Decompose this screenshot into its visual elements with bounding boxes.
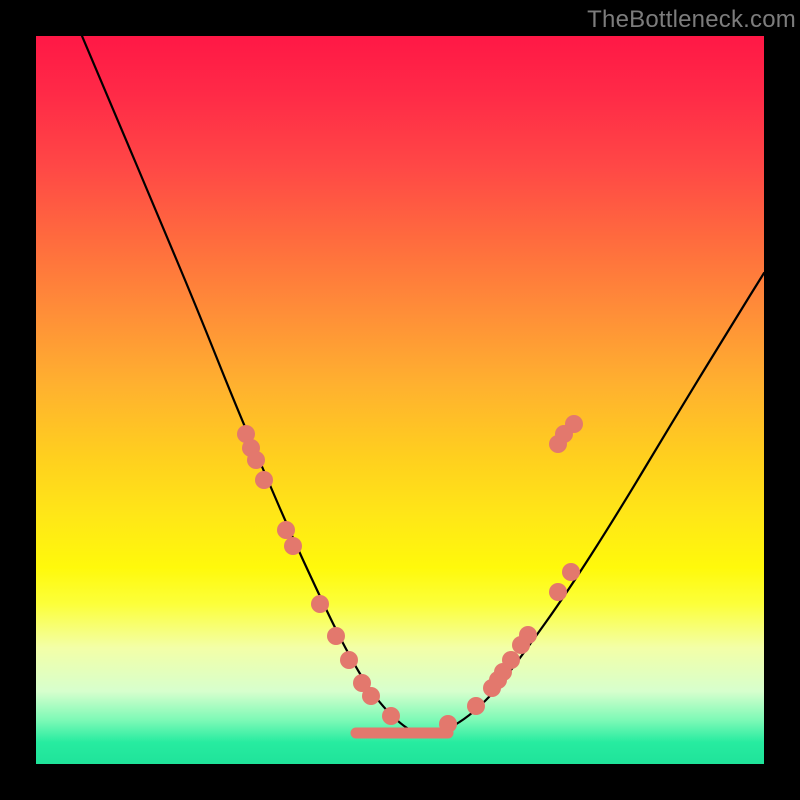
data-point-right-cluster-1 [467,697,485,715]
data-point-right-cluster-7 [519,626,537,644]
data-point-right-cluster-8 [549,583,567,601]
data-point-right-upper-3 [565,415,583,433]
data-point-left-cluster-8 [327,627,345,645]
chart-area [36,36,764,764]
data-point-left-cluster-7 [311,595,329,613]
data-point-bottom-1 [340,651,358,669]
data-point-left-cluster-4 [255,471,273,489]
data-point-right-cluster-5 [502,651,520,669]
data-point-left-cluster-6 [284,537,302,555]
chart-svg [36,36,764,764]
data-point-right-cluster-9 [562,563,580,581]
data-point-left-cluster-3 [247,451,265,469]
bottleneck-curve [82,36,764,734]
data-point-bottom-3 [362,687,380,705]
data-points-group [237,415,583,733]
watermark-text: TheBottleneck.com [587,6,796,34]
data-point-bottom-4 [382,707,400,725]
data-point-left-cluster-5 [277,521,295,539]
